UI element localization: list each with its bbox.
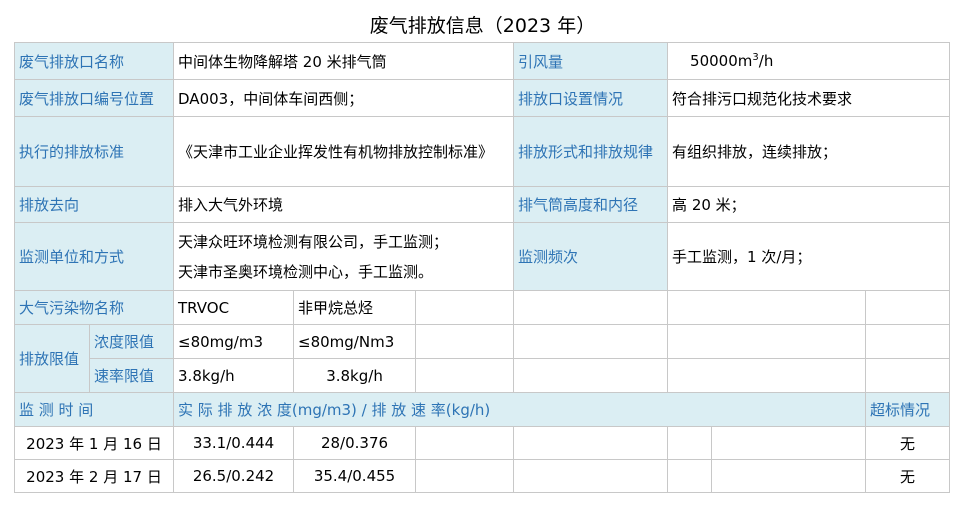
empty-cell <box>865 358 951 393</box>
empty-cell <box>667 459 713 493</box>
empty-cell <box>415 459 515 493</box>
empty-cell <box>415 290 515 325</box>
pollutant-1: TRVOC <box>173 290 295 325</box>
frequency-label: 监测频次 <box>513 222 669 291</box>
monitor-unit-label: 监测单位和方式 <box>13 222 175 291</box>
standard-label: 执行的排放标准 <box>13 116 175 187</box>
empty-cell <box>415 358 515 393</box>
measure-date: 2023 年 2 月 17 日 <box>13 459 175 493</box>
empty-cell <box>513 358 669 393</box>
table-row: 排放限值 浓度限值 ≤80mg/m3 ≤80mg/Nm3 <box>14 324 951 393</box>
table-row: 废气排放口名称 中间体生物降解塔 20 米排气筒 引风量 50000m3/h <box>13 42 951 80</box>
conc-limit-1: ≤80mg/m3 <box>173 324 295 359</box>
standard-value: 《天津市工业企业挥发性有机物排放控制标准》 <box>173 116 515 187</box>
rate-limit-label: 速率限值 <box>88 358 175 393</box>
stack-label: 排气筒高度和内径 <box>513 186 669 223</box>
empty-cell <box>415 426 515 460</box>
emission-mode-value: 有组织排放，连续排放； <box>667 116 951 187</box>
destination-value: 排入大气外环境 <box>173 186 515 223</box>
empty-cell <box>513 459 669 493</box>
page: 废气排放信息（2023 年） 废气排放口名称 中间体生物降解塔 20 米排气筒 … <box>0 0 965 509</box>
empty-cell <box>415 324 515 359</box>
outlet-name-label: 废气排放口名称 <box>13 42 175 80</box>
empty-cell <box>513 426 669 460</box>
emission-info-table: 废气排放口名称 中间体生物降解塔 20 米排气筒 引风量 50000m3/h 废… <box>13 42 951 493</box>
table-row: 监测单位和方式 天津众旺环境检测有限公司，手工监测； 天津市圣奥环境检测中心，手… <box>13 222 951 291</box>
time-header: 监 测 时 间 <box>13 392 175 427</box>
conc-limit-label: 浓度限值 <box>88 324 175 359</box>
measure-value-2: 28/0.376 <box>293 426 417 460</box>
monitor-unit-line-1: 天津众旺环境检测有限公司，手工监测； <box>178 232 449 251</box>
empty-cell <box>513 290 669 325</box>
table-row: 监 测 时 间 实 际 排 放 浓 度(mg/m3) / 排 放 速 率(kg/… <box>13 392 951 427</box>
empty-cell <box>865 290 951 325</box>
outlet-name-value: 中间体生物降解塔 20 米排气筒 <box>173 42 515 80</box>
stack-value: 高 20 米； <box>667 186 951 223</box>
empty-cell <box>667 290 867 325</box>
table-row: 执行的排放标准 《天津市工业企业挥发性有机物排放控制标准》 排放形式和排放规律 … <box>13 116 951 187</box>
pollutant-label: 大气污染物名称 <box>13 290 175 325</box>
table-row: 速率限值 3.8kg/h 3.8kg/h <box>15 358 951 393</box>
measure-exceed: 无 <box>865 459 951 493</box>
outlet-code-label: 废气排放口编号位置 <box>13 79 175 117</box>
airflow-value: 50000m3/h <box>667 42 951 80</box>
measure-date: 2023 年 1 月 16 日 <box>13 426 175 460</box>
pollutant-2: 非甲烷总烃 <box>293 290 417 325</box>
conc-limit-2: ≤80mg/Nm3 <box>293 324 417 359</box>
emission-mode-label: 排放形式和排放规律 <box>513 116 669 187</box>
outlet-setting-value: 符合排污口规范化技术要求 <box>667 79 951 117</box>
empty-cell <box>667 324 867 359</box>
empty-cell <box>513 324 669 359</box>
page-title: 废气排放信息（2023 年） <box>369 15 596 37</box>
empty-cell <box>711 426 867 460</box>
empty-cell <box>865 324 951 359</box>
rate-limit-2: 3.8kg/h <box>293 358 417 393</box>
measure-value-1: 26.5/0.242 <box>173 459 295 493</box>
measure-value-1: 33.1/0.444 <box>173 426 295 460</box>
empty-cell <box>667 426 713 460</box>
measure-value-2: 35.4/0.455 <box>293 459 417 493</box>
outlet-code-value: DA003，中间体车间西侧； <box>173 79 515 117</box>
airflow-label: 引风量 <box>513 42 669 80</box>
table-row: 2023 年 1 月 16 日 33.1/0.444 28/0.376 无 <box>13 426 951 460</box>
actual-header: 实 际 排 放 浓 度(mg/m3) / 排 放 速 率(kg/h) <box>173 392 867 427</box>
empty-cell <box>667 358 867 393</box>
frequency-value: 手工监测，1 次/月； <box>667 222 951 291</box>
empty-cell <box>711 459 867 493</box>
table-row: 废气排放口编号位置 DA003，中间体车间西侧； 排放口设置情况 符合排污口规范… <box>13 79 951 117</box>
rate-limit-1: 3.8kg/h <box>173 358 295 393</box>
table-row: 大气污染物名称 TRVOC 非甲烷总烃 <box>13 290 951 325</box>
destination-label: 排放去向 <box>13 186 175 223</box>
outlet-setting-label: 排放口设置情况 <box>513 79 669 117</box>
limit-label: 排放限值 <box>14 324 90 393</box>
monitor-unit-line-2: 天津市圣奥环境检测中心，手工监测。 <box>178 262 434 281</box>
measure-exceed: 无 <box>865 426 951 460</box>
table-row: 排放去向 排入大气外环境 排气筒高度和内径 高 20 米； <box>13 186 951 223</box>
monitor-unit-value: 天津众旺环境检测有限公司，手工监测； 天津市圣奥环境检测中心，手工监测。 <box>173 222 515 291</box>
exceed-header: 超标情况 <box>865 392 951 427</box>
table-row: 2023 年 2 月 17 日 26.5/0.242 35.4/0.455 无 <box>13 459 951 493</box>
